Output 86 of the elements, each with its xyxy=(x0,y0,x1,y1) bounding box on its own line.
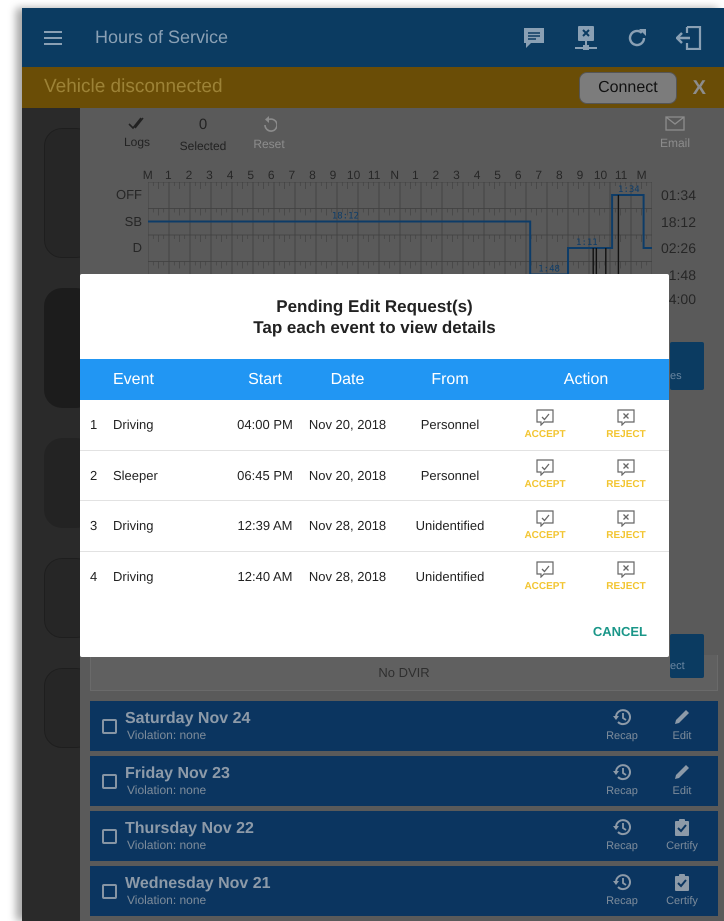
clipboard-check-icon[interactable] xyxy=(673,872,691,891)
disconnected-network-icon[interactable] xyxy=(574,24,598,50)
checkbox[interactable] xyxy=(102,774,117,788)
recap-label[interactable]: Recap xyxy=(606,892,638,910)
dialog-title: Tap each event to view details xyxy=(253,316,496,338)
selected-count: 0 xyxy=(198,116,208,134)
request-date: Nov 20, 2018 xyxy=(308,416,388,434)
selected-label: Selected xyxy=(180,138,226,155)
day-title: Saturday Nov 24 xyxy=(125,709,250,728)
recap-label[interactable]: Recap xyxy=(606,782,638,800)
start-time: 12:40 AM xyxy=(236,568,294,586)
event-type: Driving xyxy=(113,568,154,586)
day-log-row[interactable]: Friday Nov 23 Violation: none Recap Edit xyxy=(90,756,718,806)
recap-label[interactable]: Recap xyxy=(606,838,638,854)
recap-label[interactable]: Recap xyxy=(606,728,638,744)
action-label[interactable]: Certify xyxy=(666,838,698,854)
connect-button[interactable]: Connect xyxy=(579,72,677,104)
checkbox[interactable] xyxy=(102,884,117,898)
column-header: Event xyxy=(113,370,155,390)
comment-check-icon xyxy=(536,408,554,426)
day-log-row[interactable]: Saturday Nov 24 Violation: none Recap Edit xyxy=(90,701,718,751)
request-date: Nov 20, 2018 xyxy=(308,466,388,484)
message-icon[interactable] xyxy=(522,26,546,50)
toolbar-label[interactable]: Logs xyxy=(124,133,150,151)
dialog-title: Pending Edit Request(s) xyxy=(276,296,473,316)
column-header: Action xyxy=(562,370,610,390)
request-source: Unidentified xyxy=(414,568,486,586)
logout-icon[interactable] xyxy=(676,26,702,50)
column-header: Date xyxy=(330,370,366,390)
action-label[interactable]: Certify xyxy=(666,892,698,910)
comment-check-icon xyxy=(536,510,554,527)
segment-duration-label: 1:48 xyxy=(538,264,560,274)
row-number: 1 xyxy=(90,416,98,434)
segment-duration-label: 1:11 xyxy=(576,238,598,248)
history-icon[interactable] xyxy=(613,872,631,891)
segment-duration-label: 18:12 xyxy=(332,212,359,222)
history-icon[interactable] xyxy=(613,818,631,836)
action-label[interactable]: Edit xyxy=(672,728,692,744)
day-log-row[interactable]: Wednesday Nov 21 Violation: none Recap Certify xyxy=(90,866,718,916)
column-header: Start xyxy=(247,370,283,390)
pencil-icon[interactable] xyxy=(673,762,691,781)
side-action-button[interactable]: es xyxy=(670,342,704,390)
day-log-row[interactable]: Thursday Nov 22 Violation: none Recap Certify xyxy=(90,811,718,861)
violation-text: Violation: none xyxy=(127,783,208,798)
request-source: Personnel xyxy=(420,416,480,434)
checkbox[interactable] xyxy=(102,718,117,734)
comment-x-icon xyxy=(616,560,635,578)
comment-check-icon xyxy=(536,560,554,578)
request-source: Unidentified xyxy=(414,517,486,535)
side-action-button[interactable]: ect xyxy=(670,634,704,678)
history-icon[interactable] xyxy=(613,708,631,726)
double-check-icon[interactable] xyxy=(128,116,146,130)
day-title: Wednesday Nov 21 xyxy=(125,874,271,893)
event-type: Driving xyxy=(113,517,154,535)
refresh-icon[interactable] xyxy=(626,26,648,48)
event-type: Sleeper xyxy=(113,466,159,485)
day-title: Thursday Nov 22 xyxy=(125,819,254,838)
request-date: Nov 28, 2018 xyxy=(308,517,388,535)
comment-x-icon xyxy=(616,408,635,426)
violation-text: Violation: none xyxy=(127,838,208,853)
row-number: 2 xyxy=(90,466,98,484)
app-title: Hours of Service xyxy=(95,26,228,49)
close-button[interactable]: X xyxy=(692,72,706,102)
request-source: Personnel xyxy=(420,466,480,484)
violation-text: Violation: none xyxy=(127,728,208,743)
row-number: 3 xyxy=(90,517,98,535)
violation-text: Violation: none xyxy=(127,893,208,908)
cancel-button[interactable]: CANCEL xyxy=(592,622,647,642)
history-icon[interactable] xyxy=(613,762,631,781)
start-time: 06:45 PM xyxy=(236,466,294,484)
day-title: Friday Nov 23 xyxy=(125,764,230,783)
action-label[interactable]: Edit xyxy=(672,782,692,800)
comment-x-icon xyxy=(616,459,635,476)
checkbox[interactable] xyxy=(102,828,117,844)
request-date: Nov 28, 2018 xyxy=(308,568,388,586)
clipboard-check-icon[interactable] xyxy=(673,818,691,836)
start-time: 12:39 AM xyxy=(236,517,294,535)
segment-duration-label: 1:34 xyxy=(618,185,640,195)
row-number: 4 xyxy=(90,568,98,586)
menu-icon[interactable] xyxy=(44,30,62,44)
comment-x-icon xyxy=(616,510,635,527)
column-header: From xyxy=(430,370,470,390)
comment-check-icon xyxy=(536,459,554,476)
start-time: 04:00 PM xyxy=(236,416,294,434)
pencil-icon[interactable] xyxy=(673,708,691,726)
event-type: Driving xyxy=(113,416,154,434)
